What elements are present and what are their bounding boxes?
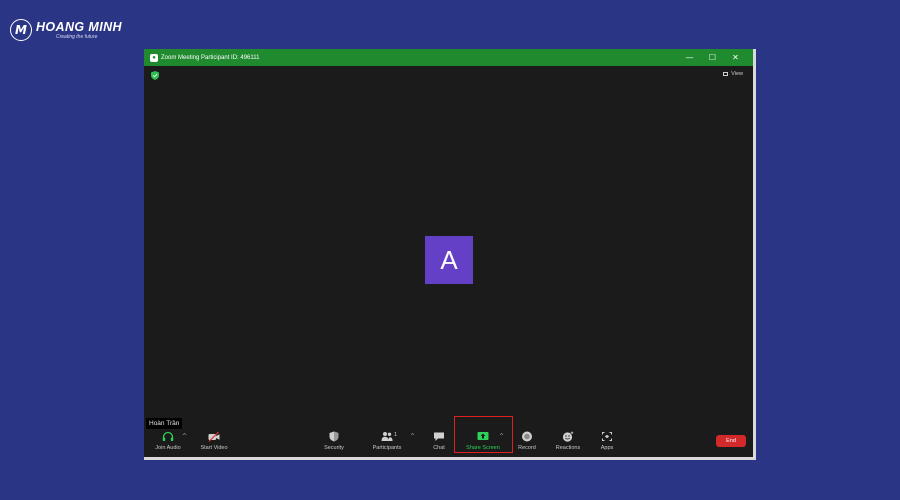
smiley-icon [562, 431, 574, 442]
start-video-label: Start Video [200, 445, 228, 451]
security-button[interactable]: Security [312, 431, 356, 451]
zoom-meeting-window: ● Zoom Meeting Participant ID: 496111 — … [144, 49, 756, 460]
share-screen-label: Share Screen [466, 445, 500, 451]
reactions-label: Reactions [555, 445, 581, 451]
apps-label: Apps [600, 445, 614, 451]
logo-mark-icon: M [10, 19, 32, 41]
close-button[interactable]: ✕ [724, 53, 747, 62]
window-controls: — ☐ ✕ [678, 49, 747, 66]
share-screen-icon [477, 432, 489, 440]
view-label: View [731, 71, 743, 77]
headphones-icon [162, 431, 174, 441]
share-options-caret-icon[interactable]: ^ [499, 433, 504, 440]
audio-options-caret-icon[interactable]: ^ [182, 433, 187, 440]
logo-text: HOANG MINH Creating the future [36, 19, 122, 40]
start-video-button[interactable]: Start Video [192, 431, 236, 451]
people-icon [381, 432, 393, 441]
participant-avatar: A [425, 236, 473, 284]
zoom-app-icon: ● [150, 53, 158, 62]
chat-icon [434, 432, 444, 441]
window-title: Zoom Meeting Participant ID: 496111 [161, 54, 260, 61]
end-meeting-button[interactable]: End [716, 435, 746, 447]
brand-name: HOANG MINH [36, 19, 122, 34]
brand-tagline: Creating the future [56, 33, 98, 40]
meeting-toolbar: Join Audio ^ Start Video Security Partic… [144, 416, 753, 457]
security-label: Security [324, 445, 344, 451]
apps-button[interactable]: Apps [585, 431, 629, 451]
shield-icon[interactable] [151, 71, 159, 80]
participants-count-badge: 1 [394, 432, 398, 438]
apps-icon [602, 432, 612, 441]
view-button[interactable]: View [723, 71, 743, 77]
shield-icon [329, 431, 339, 442]
maximize-button[interactable]: ☐ [701, 53, 724, 62]
chat-label: Chat [433, 445, 445, 451]
participants-label: Participants [372, 445, 402, 451]
record-label: Record [518, 445, 536, 451]
reactions-button[interactable]: Reactions [546, 431, 590, 451]
video-off-icon [208, 431, 220, 442]
view-icon [723, 72, 729, 76]
join-audio-label: Join Audio [155, 445, 181, 451]
window-titlebar[interactable]: ● Zoom Meeting Participant ID: 496111 — … [144, 49, 753, 66]
record-icon [522, 431, 532, 442]
minimize-button[interactable]: — [678, 53, 701, 62]
brand-logo: M HOANG MINH Creating the future [10, 19, 122, 41]
participants-options-caret-icon[interactable]: ^ [410, 433, 415, 440]
record-button[interactable]: Record [505, 431, 549, 451]
participants-button[interactable]: Participants [365, 431, 409, 451]
